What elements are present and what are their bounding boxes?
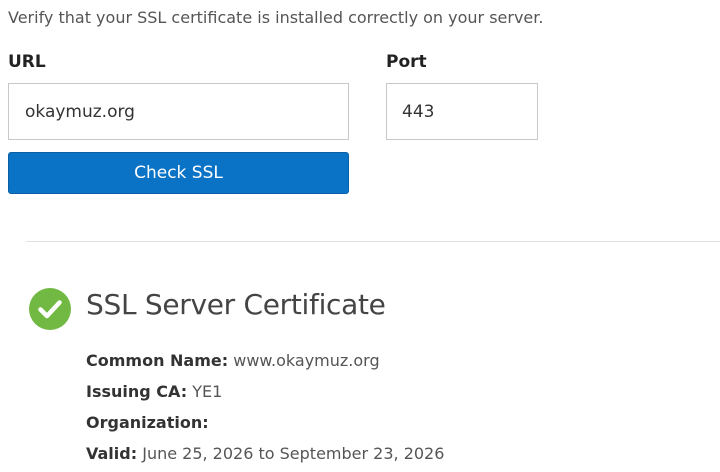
url-label: URL xyxy=(8,52,46,72)
intro-text: Verify that your SSL certificate is inst… xyxy=(8,8,544,27)
check-circle-icon xyxy=(29,288,71,330)
check-ssl-button[interactable]: Check SSL xyxy=(8,152,349,194)
detail-valid: Valid: June 25, 2026 to September 23, 20… xyxy=(86,441,444,472)
detail-key: Organization: xyxy=(86,413,209,432)
certificate-details: Common Name: www.okaymuz.org Issuing CA:… xyxy=(86,348,444,472)
detail-value: www.okaymuz.org xyxy=(233,351,380,370)
port-label: Port xyxy=(386,52,427,72)
detail-key: Common Name: xyxy=(86,351,229,370)
detail-value: June 25, 2026 to September 23, 2026 xyxy=(142,444,445,463)
url-input[interactable] xyxy=(8,83,349,140)
detail-common-name: Common Name: www.okaymuz.org xyxy=(86,348,444,379)
port-input[interactable] xyxy=(386,83,538,140)
detail-organization: Organization: xyxy=(86,410,444,441)
detail-key: Issuing CA: xyxy=(86,382,188,401)
detail-key: Valid: xyxy=(86,444,138,463)
divider xyxy=(26,241,720,242)
detail-value: YE1 xyxy=(192,382,223,401)
certificate-title: SSL Server Certificate xyxy=(86,288,386,321)
detail-issuing-ca: Issuing CA: YE1 xyxy=(86,379,444,410)
